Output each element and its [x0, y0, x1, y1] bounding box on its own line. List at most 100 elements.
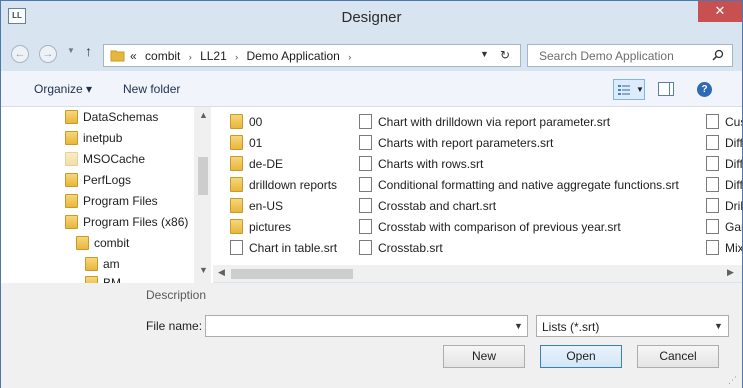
folder-icon: [230, 198, 243, 213]
tree-item-label: Program Files: [83, 194, 158, 208]
file-label: de-DE: [249, 157, 284, 171]
navigation-bar: ← → ▼ ↑ « combit › LL21 › Demo Applicati…: [1, 33, 742, 71]
document-icon: [230, 240, 243, 255]
window-title: Designer: [341, 9, 402, 26]
file-label: Chart with drilldown via report paramete…: [378, 115, 611, 129]
new-folder-button[interactable]: New folder: [123, 82, 180, 96]
scrollbar-thumb[interactable]: [231, 269, 353, 279]
file-label: Crosstab.srt: [378, 241, 443, 255]
breadcrumb: « combit › LL21 › Demo Application ›: [130, 49, 356, 63]
preview-pane-icon[interactable]: [658, 82, 674, 96]
search-icon[interactable]: [712, 49, 724, 61]
folder-icon: [65, 194, 78, 208]
breadcrumb-item-combit[interactable]: combit: [145, 49, 180, 63]
view-list-icon: [618, 85, 630, 95]
back-button[interactable]: ←: [11, 45, 29, 63]
file-type-select[interactable]: Lists (*.srt) ▼: [536, 315, 729, 337]
refresh-button[interactable]: ↻: [500, 48, 510, 62]
tree-item-label: combit: [94, 236, 130, 250]
cancel-button[interactable]: Cancel: [637, 345, 719, 368]
file-label: Charts with report parameters.srt: [378, 136, 554, 150]
new-button[interactable]: New: [443, 345, 525, 368]
command-toolbar: Organize ▾ New folder ▼ ?: [1, 71, 742, 107]
chevron-down-icon[interactable]: ▼: [636, 85, 644, 94]
file-label: Drill: [725, 199, 742, 213]
file-label: Mixe: [725, 241, 742, 255]
folder-icon: [65, 215, 78, 229]
document-icon: [359, 177, 372, 192]
forward-button[interactable]: →: [39, 45, 57, 63]
address-dropdown-button[interactable]: ▼: [480, 49, 489, 59]
recent-locations-button[interactable]: ▼: [67, 46, 75, 55]
scroll-right-arrow-icon[interactable]: ▶: [727, 267, 734, 278]
document-icon: [359, 114, 372, 129]
change-view-button[interactable]: ▼: [613, 79, 645, 100]
navigation-pane-scrollbar[interactable]: ▲ ▼: [194, 107, 211, 283]
file-name-input[interactable]: ▼: [205, 315, 528, 337]
breadcrumb-overflow[interactable]: «: [130, 49, 137, 63]
chevron-down-icon[interactable]: ▼: [514, 321, 523, 331]
tree-item-label: PerfLogs: [83, 173, 132, 187]
tree-item-label: am: [103, 257, 120, 271]
file-label: en-US: [249, 199, 284, 213]
close-button[interactable]: ✕: [698, 1, 742, 22]
folder-icon: [65, 131, 78, 145]
folder-icon: [65, 110, 78, 124]
tree-item-label: BM: [103, 276, 121, 283]
file-label: Diffe: [725, 157, 742, 171]
document-icon: [359, 219, 372, 234]
document-icon: [706, 135, 719, 150]
file-label: Charts with rows.srt: [378, 157, 484, 171]
file-list-horizontal-scrollbar[interactable]: ◀ ▶: [213, 265, 742, 282]
navigation-pane: DataSchemas inetpub MSOCache PerfLogs Pr…: [1, 107, 213, 283]
folder-icon: [85, 276, 98, 283]
address-bar[interactable]: « combit › LL21 › Demo Application › ▼ ↻: [103, 44, 521, 67]
folder-icon: [230, 219, 243, 234]
folder-icon: [65, 173, 78, 187]
folder-icon: [230, 177, 243, 192]
file-label: 01: [249, 136, 263, 150]
breadcrumb-separator[interactable]: ›: [189, 52, 192, 62]
scroll-down-arrow-icon[interactable]: ▼: [199, 265, 208, 275]
organize-button[interactable]: Organize ▾: [34, 82, 92, 96]
folder-icon: [85, 257, 98, 271]
resize-grip-icon[interactable]: ⋰: [728, 375, 737, 386]
scroll-up-arrow-icon[interactable]: ▲: [199, 110, 208, 120]
scrollbar-thumb[interactable]: [198, 157, 208, 195]
folder-icon: [76, 236, 89, 250]
search-input[interactable]: Search Demo Application: [527, 44, 733, 67]
file-label: Cust: [725, 115, 742, 129]
file-label: Chart in table.srt: [249, 241, 338, 255]
scroll-left-arrow-icon[interactable]: ◀: [218, 267, 225, 278]
open-button[interactable]: Open: [540, 345, 622, 368]
document-icon: [359, 198, 372, 213]
title-bar[interactable]: LL Designer ✕: [1, 1, 742, 33]
file-label: Diffe: [725, 178, 742, 192]
chevron-down-icon[interactable]: ▼: [714, 321, 723, 331]
document-icon: [706, 198, 719, 213]
document-icon: [706, 240, 719, 255]
folder-faded-icon: [65, 152, 78, 166]
breadcrumb-item-demo-application[interactable]: Demo Application: [246, 49, 339, 63]
tree-item-label: inetpub: [83, 131, 123, 145]
designer-dialog: LL Designer ✕ ← → ▼ ↑ « combit › LL21 › …: [0, 0, 743, 388]
breadcrumb-separator[interactable]: ›: [348, 52, 351, 62]
document-icon: [359, 135, 372, 150]
folder-icon: [230, 114, 243, 129]
file-label: Gant: [725, 220, 742, 234]
file-list: 00 01 de-DE drilldown reports en-US pict…: [213, 107, 742, 265]
file-type-value: Lists (*.srt): [542, 320, 600, 334]
breadcrumb-separator[interactable]: ›: [235, 52, 238, 62]
description-label: Description: [146, 288, 207, 302]
folder-icon: [230, 135, 243, 150]
file-label: Crosstab and chart.srt: [378, 199, 497, 213]
up-button[interactable]: ↑: [85, 43, 92, 59]
file-label: drilldown reports: [249, 178, 338, 192]
search-placeholder: Search Demo Application: [539, 49, 674, 63]
file-label: pictures: [249, 220, 292, 234]
file-label: Crosstab with comparison of previous yea…: [378, 220, 621, 234]
breadcrumb-item-ll21[interactable]: LL21: [200, 49, 227, 63]
help-icon[interactable]: ?: [697, 82, 712, 97]
file-name-label: File name:: [146, 319, 203, 333]
document-icon: [706, 219, 719, 234]
